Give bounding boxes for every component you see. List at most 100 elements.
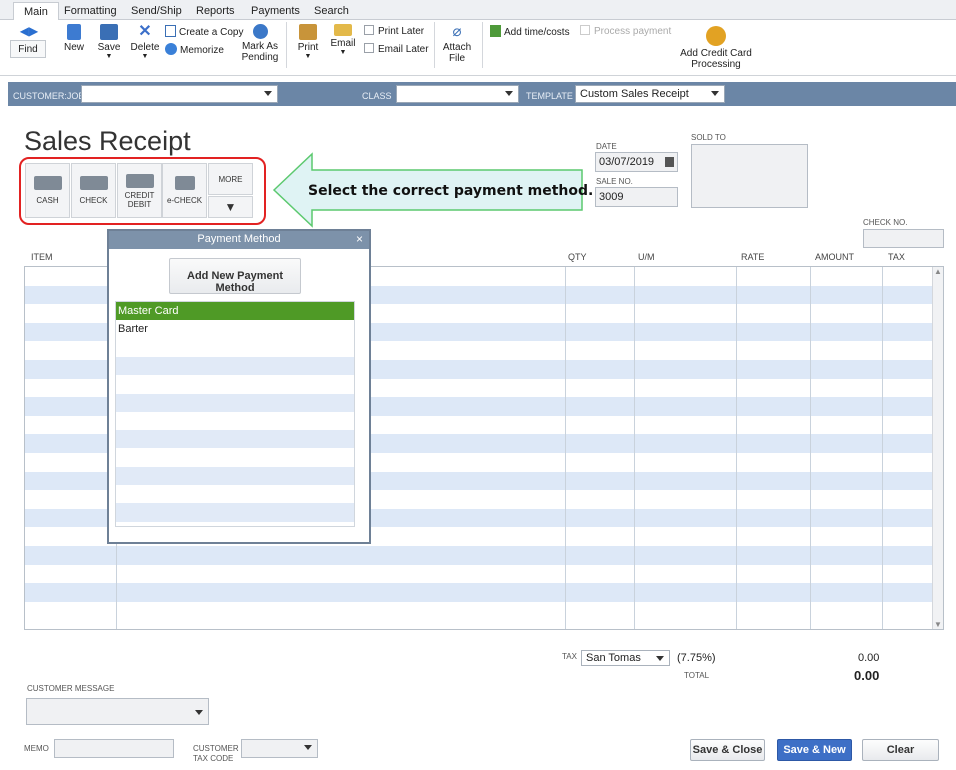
list-item-empty [116,412,354,430]
table-row[interactable] [25,602,932,621]
sale-no-field[interactable]: 3009 [595,187,678,207]
new-label: New [63,42,84,53]
chevron-down-icon [711,91,719,96]
delete-x-icon: ✕ [138,23,152,40]
delete-button[interactable]: ✕ Delete ▼ [130,23,160,61]
email-later-checkbox[interactable]: Email Later [364,43,429,55]
back-arrow-icon[interactable]: ◀ [20,24,29,38]
mark-as-pending-button[interactable]: Mark As Pending [240,24,280,63]
chevron-down-icon [656,656,664,661]
total-amount: 0.00 [854,668,880,683]
tab-send-ship[interactable]: Send/Ship [121,2,192,20]
check-no-label: CHECK NO. [863,218,908,227]
paperclip-icon: ⌀ [452,23,462,40]
copy-icon [165,25,176,37]
chevron-down-icon: ▼ [141,53,149,60]
col-tax: TAX [888,252,905,262]
attach-file-button[interactable]: ⌀ Attach File [440,23,474,65]
tax-amount: 0.00 [858,652,880,664]
col-divider [634,267,635,629]
checkbox-icon[interactable] [580,25,590,35]
email-later-label: Email Later [378,44,429,55]
calendar-icon[interactable] [665,157,674,167]
sold-to-field[interactable] [691,144,808,208]
col-rate: RATE [741,252,765,262]
save-close-button[interactable]: Save & Close [690,739,765,761]
tab-main[interactable]: Main [13,2,59,21]
create-copy-button[interactable]: Create a Copy [165,25,243,38]
chevron-down-icon [505,91,513,96]
add-cc-label-line2: Processing [691,59,741,70]
customer-job-select[interactable] [81,85,278,103]
scroll-up-icon[interactable]: ▲ [933,267,943,276]
ribbon-tabbar: Main Formatting Send/Ship Reports Paymen… [0,0,956,21]
sale-no-label: SALE NO. [596,177,633,186]
time-costs-icon [490,25,501,37]
printer-icon [299,24,317,40]
template-label: TEMPLATE [526,91,573,101]
save-new-button[interactable]: Save & New [777,739,852,761]
grid-scrollbar[interactable]: ▲ ▼ [932,267,943,629]
tab-formatting[interactable]: Formatting [54,2,127,20]
print-later-label: Print Later [378,26,425,37]
tab-search[interactable]: Search [304,2,359,20]
add-new-payment-method-button[interactable]: Add New Payment Method [169,258,301,294]
col-divider [565,267,566,629]
customer-tax-code-select[interactable] [241,739,318,758]
list-item-barter[interactable]: Barter [116,320,354,338]
class-label: CLASS [362,91,392,101]
table-row[interactable] [25,546,932,565]
chevron-down-icon: ▼ [339,49,347,56]
memo-field[interactable] [54,739,174,758]
check-no-field[interactable] [863,229,944,248]
payment-method-popup: Payment Method × Add New Payment Method … [107,229,371,544]
tab-reports[interactable]: Reports [186,2,245,20]
col-divider [736,267,737,629]
process-payment-checkbox[interactable]: Process payment [580,25,671,37]
date-label: DATE [596,142,617,151]
toolbar-separator [286,22,287,68]
forward-arrow-icon[interactable]: ▶ [29,24,38,38]
print-button[interactable]: Print ▼ [294,24,322,60]
close-icon[interactable]: × [356,232,363,246]
table-row[interactable] [25,583,932,602]
create-copy-label: Create a Copy [179,27,244,38]
col-qty: QTY [568,252,587,262]
add-time-costs-button[interactable]: Add time/costs [490,25,570,38]
memorize-label: Memorize [180,45,224,56]
add-cc-label-line1: Add Credit Card [680,48,752,59]
list-item-master-card[interactable]: Master Card [116,302,354,321]
clear-button[interactable]: Clear [862,739,939,761]
sold-to-label: SOLD TO [691,133,726,142]
col-um: U/M [638,252,655,262]
list-item-empty [116,356,354,376]
email-button[interactable]: Email ▼ [329,24,357,56]
file-label: File [448,53,466,64]
find-button[interactable]: Find [10,40,46,58]
col-divider [882,267,883,629]
email-label: Email [330,38,356,49]
date-field[interactable]: 03/07/2019 [595,152,678,172]
new-button[interactable]: New [60,24,88,53]
save-icon [100,24,118,40]
print-later-checkbox[interactable]: Print Later [364,25,424,37]
list-item-empty [116,485,354,503]
template-select[interactable]: Custom Sales Receipt [575,85,725,103]
payment-method-list[interactable]: Master Card Barter [115,301,355,527]
tax-item-select[interactable]: San Tomas [581,650,670,666]
checkbox-icon[interactable] [364,25,374,35]
nav-arrows[interactable]: ◀▶ [11,24,47,38]
class-select[interactable] [396,85,519,103]
tab-payments[interactable]: Payments [241,2,310,20]
attach-label: Attach [442,42,472,53]
save-button[interactable]: Save ▼ [95,24,123,60]
checkbox-icon[interactable] [364,43,374,53]
page-title: Sales Receipt [24,126,191,156]
table-row[interactable] [25,565,932,584]
customer-message-select[interactable] [26,698,209,725]
pending-label: Pending [241,52,279,63]
process-payment-label: Process payment [594,26,672,37]
add-credit-card-processing-button[interactable]: Add Credit Card Processing [676,26,756,70]
scroll-down-icon[interactable]: ▼ [933,620,943,629]
memorize-button[interactable]: Memorize [165,43,224,56]
